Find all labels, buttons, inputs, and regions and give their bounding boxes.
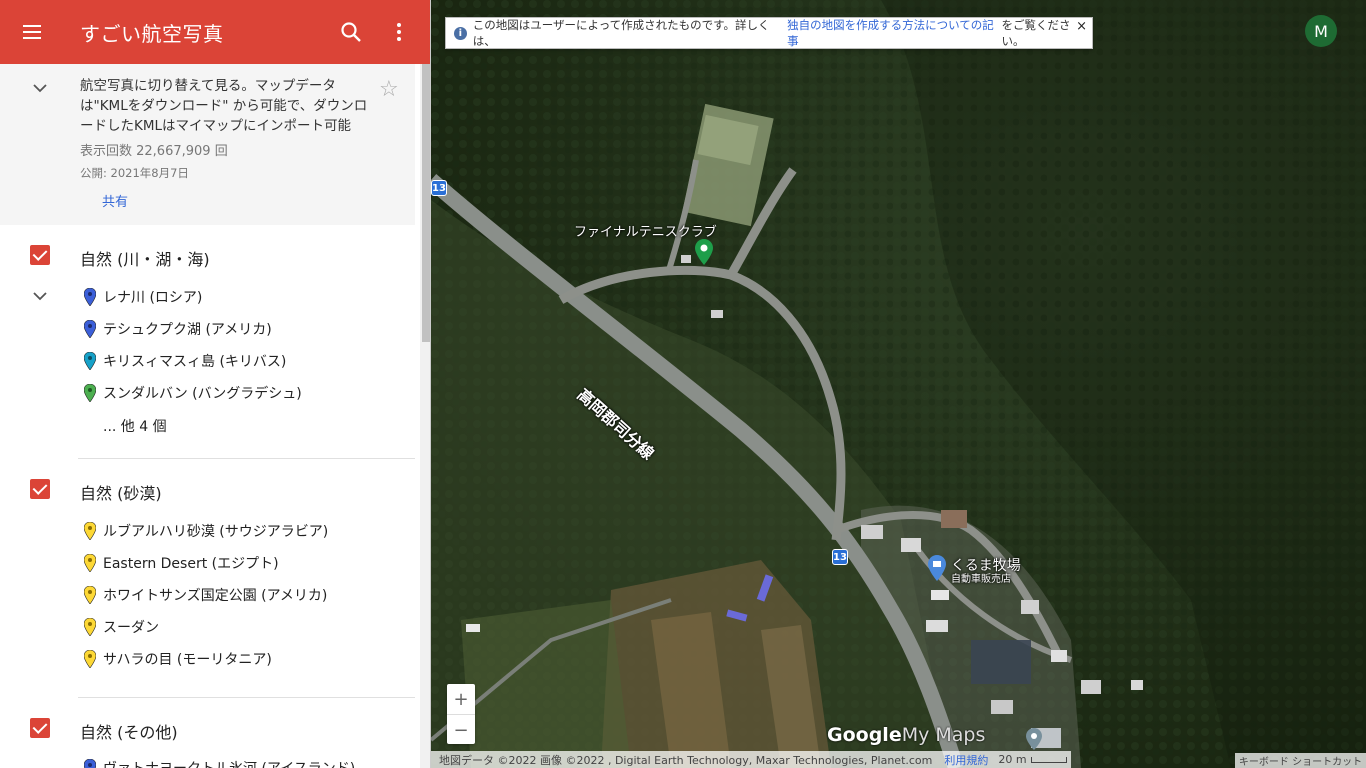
layer-nature-other: 自然 (その他) ヴァトナヨークトル氷河 (アイスランド) bbox=[0, 698, 415, 768]
keyboard-shortcuts-link[interactable]: キーボード ショートカット bbox=[1235, 753, 1366, 768]
star-icon[interactable]: ☆ bbox=[379, 77, 399, 102]
description-text: 航空写真に切り替えて見る。マップデータは"KMLをダウンロード" から可能で、ダ… bbox=[80, 78, 368, 134]
header-bar: すごい航空写真 bbox=[0, 0, 430, 64]
notice-text: この地図はユーザーによって作成されたものです。詳しくは、 bbox=[472, 18, 770, 48]
map-pin-icon bbox=[84, 586, 96, 604]
google-my-maps-logo: GoogleMy Maps bbox=[827, 724, 985, 746]
map-pin-icon bbox=[84, 288, 96, 306]
attribution-text: 地図データ ©2022 画像 ©2022 , Digital Earth Tec… bbox=[439, 753, 933, 767]
item-label: テシュクプク湖 (アメリカ) bbox=[103, 322, 272, 338]
map-marker-icon[interactable] bbox=[695, 239, 713, 265]
list-item[interactable]: ホワイトサンズ国定公園 (アメリカ) bbox=[84, 583, 327, 607]
layer-checkbox[interactable] bbox=[30, 718, 50, 738]
map-title: すごい航空写真 bbox=[80, 21, 224, 46]
account-avatar[interactable]: M bbox=[1305, 15, 1337, 47]
chevron-down-icon[interactable] bbox=[30, 286, 50, 306]
map-footer: 地図データ ©2022 画像 ©2022 , Digital Earth Tec… bbox=[431, 751, 1071, 768]
zoom-control: + − bbox=[447, 684, 475, 744]
logo-mymaps: My Maps bbox=[901, 724, 986, 746]
map-marker-icon[interactable] bbox=[1026, 728, 1042, 750]
list-item[interactable]: スンダルバン (バングラデシュ) bbox=[84, 381, 302, 405]
item-label: ヴァトナヨークトル氷河 (アイスランド) bbox=[103, 758, 355, 768]
list-item[interactable]: キリスィマスィ島 (キリバス) bbox=[84, 349, 286, 373]
share-link[interactable]: 共有 bbox=[102, 191, 128, 210]
list-item[interactable]: レナ川 (ロシア) bbox=[84, 285, 202, 309]
item-label: スーダン bbox=[103, 620, 159, 636]
map-pin-icon bbox=[84, 759, 96, 768]
map-pin-icon bbox=[84, 650, 96, 668]
menu-button[interactable] bbox=[0, 0, 64, 64]
list-item[interactable]: ヴァトナヨークトル氷河 (アイスランド) bbox=[84, 756, 355, 768]
map-pin-icon bbox=[84, 352, 96, 370]
route-shield: 13 bbox=[832, 549, 848, 565]
map-description: 航空写真に切り替えて見る。マップデータは"KMLをダウンロード" から可能で、ダ… bbox=[0, 64, 415, 225]
more-vert-icon[interactable] bbox=[385, 16, 413, 48]
zoom-out-button[interactable]: − bbox=[447, 715, 475, 745]
sidebar-scrollbar[interactable] bbox=[420, 64, 430, 768]
list-item[interactable]: Eastern Desert (エジプト) bbox=[84, 551, 279, 575]
place-label-farm-category: 自動車販売店 bbox=[951, 574, 1011, 585]
notice-link[interactable]: 独自の地図を作成する方法についての記事 bbox=[787, 17, 1001, 49]
map-pin-icon bbox=[84, 618, 96, 636]
layer-title: 自然 (その他) bbox=[80, 723, 178, 742]
view-count: 表示回数 22,667,909 回 bbox=[80, 144, 228, 159]
layer-title: 自然 (川・湖・海) bbox=[80, 250, 210, 269]
map-pin-icon bbox=[84, 522, 96, 540]
app: すごい航空写真 航空写真に切り替えて見る。マップデータは"KMLをダウンロード"… bbox=[0, 0, 1366, 768]
item-label: ルブアルハリ砂漠 (サウジアラビア) bbox=[103, 524, 329, 540]
chevron-down-icon[interactable] bbox=[30, 78, 50, 98]
item-label: スンダルバン (バングラデシュ) bbox=[103, 386, 302, 402]
scale-bar[interactable]: 20 m bbox=[998, 753, 1026, 766]
more-items-link[interactable]: ... 他 4 個 bbox=[103, 416, 167, 436]
layer-nature-desert: 自然 (砂漠) ルブアルハリ砂漠 (サウジアラビア) Eastern Deser… bbox=[0, 459, 415, 697]
logo-google: Google bbox=[827, 724, 902, 746]
info-icon: i bbox=[454, 26, 467, 40]
published-date: 公開: 2021年8月7日 bbox=[80, 166, 189, 180]
map-pin-icon bbox=[84, 554, 96, 572]
close-icon[interactable]: × bbox=[1076, 19, 1087, 34]
map-pin-icon bbox=[84, 384, 96, 402]
satellite-imagery bbox=[431, 0, 1366, 768]
layer-nature-water: 自然 (川・湖・海) レナ川 (ロシア) テシュクプク湖 (アメリカ) キリスィ… bbox=[0, 225, 415, 459]
place-label-tennis: ファイナルテニスクラブ bbox=[574, 225, 717, 240]
layer-checkbox[interactable] bbox=[30, 479, 50, 499]
item-label: ホワイトサンズ国定公園 (アメリカ) bbox=[103, 588, 328, 604]
terms-link[interactable]: 利用規約 bbox=[944, 752, 988, 768]
item-label: キリスィマスィ島 (キリバス) bbox=[103, 354, 287, 370]
list-item[interactable]: スーダン bbox=[84, 615, 159, 639]
list-item[interactable]: ルブアルハリ砂漠 (サウジアラビア) bbox=[84, 519, 328, 543]
item-label: サハラの目 (モーリタニア) bbox=[103, 652, 272, 668]
sidebar: すごい航空写真 航空写真に切り替えて見る。マップデータは"KMLをダウンロード"… bbox=[0, 0, 431, 768]
search-icon[interactable] bbox=[335, 16, 367, 48]
scale-bar-graphic bbox=[1030, 756, 1067, 763]
hamburger-icon bbox=[23, 25, 41, 39]
item-label: Eastern Desert (エジプト) bbox=[103, 556, 279, 572]
map-pin-icon bbox=[84, 320, 96, 338]
route-shield: 13 bbox=[431, 180, 447, 196]
item-label: レナ川 (ロシア) bbox=[103, 290, 203, 306]
list-item[interactable]: テシュクプク湖 (アメリカ) bbox=[84, 317, 272, 341]
user-created-map-notice: i この地図はユーザーによって作成されたものです。詳しくは、 独自の地図を作成す… bbox=[445, 17, 1093, 49]
zoom-in-button[interactable]: + bbox=[447, 684, 475, 714]
scrollbar-thumb[interactable] bbox=[422, 64, 430, 342]
shopping-bag-marker-icon[interactable] bbox=[928, 555, 946, 581]
layer-checkbox[interactable] bbox=[30, 245, 50, 265]
layer-title: 自然 (砂漠) bbox=[80, 484, 162, 503]
list-item[interactable]: サハラの目 (モーリタニア) bbox=[84, 647, 272, 671]
map-canvas[interactable]: 高岡郡司分線 13 13 ファイナルテニスクラブ くるま牧場 自動車販売店 i … bbox=[431, 0, 1366, 768]
